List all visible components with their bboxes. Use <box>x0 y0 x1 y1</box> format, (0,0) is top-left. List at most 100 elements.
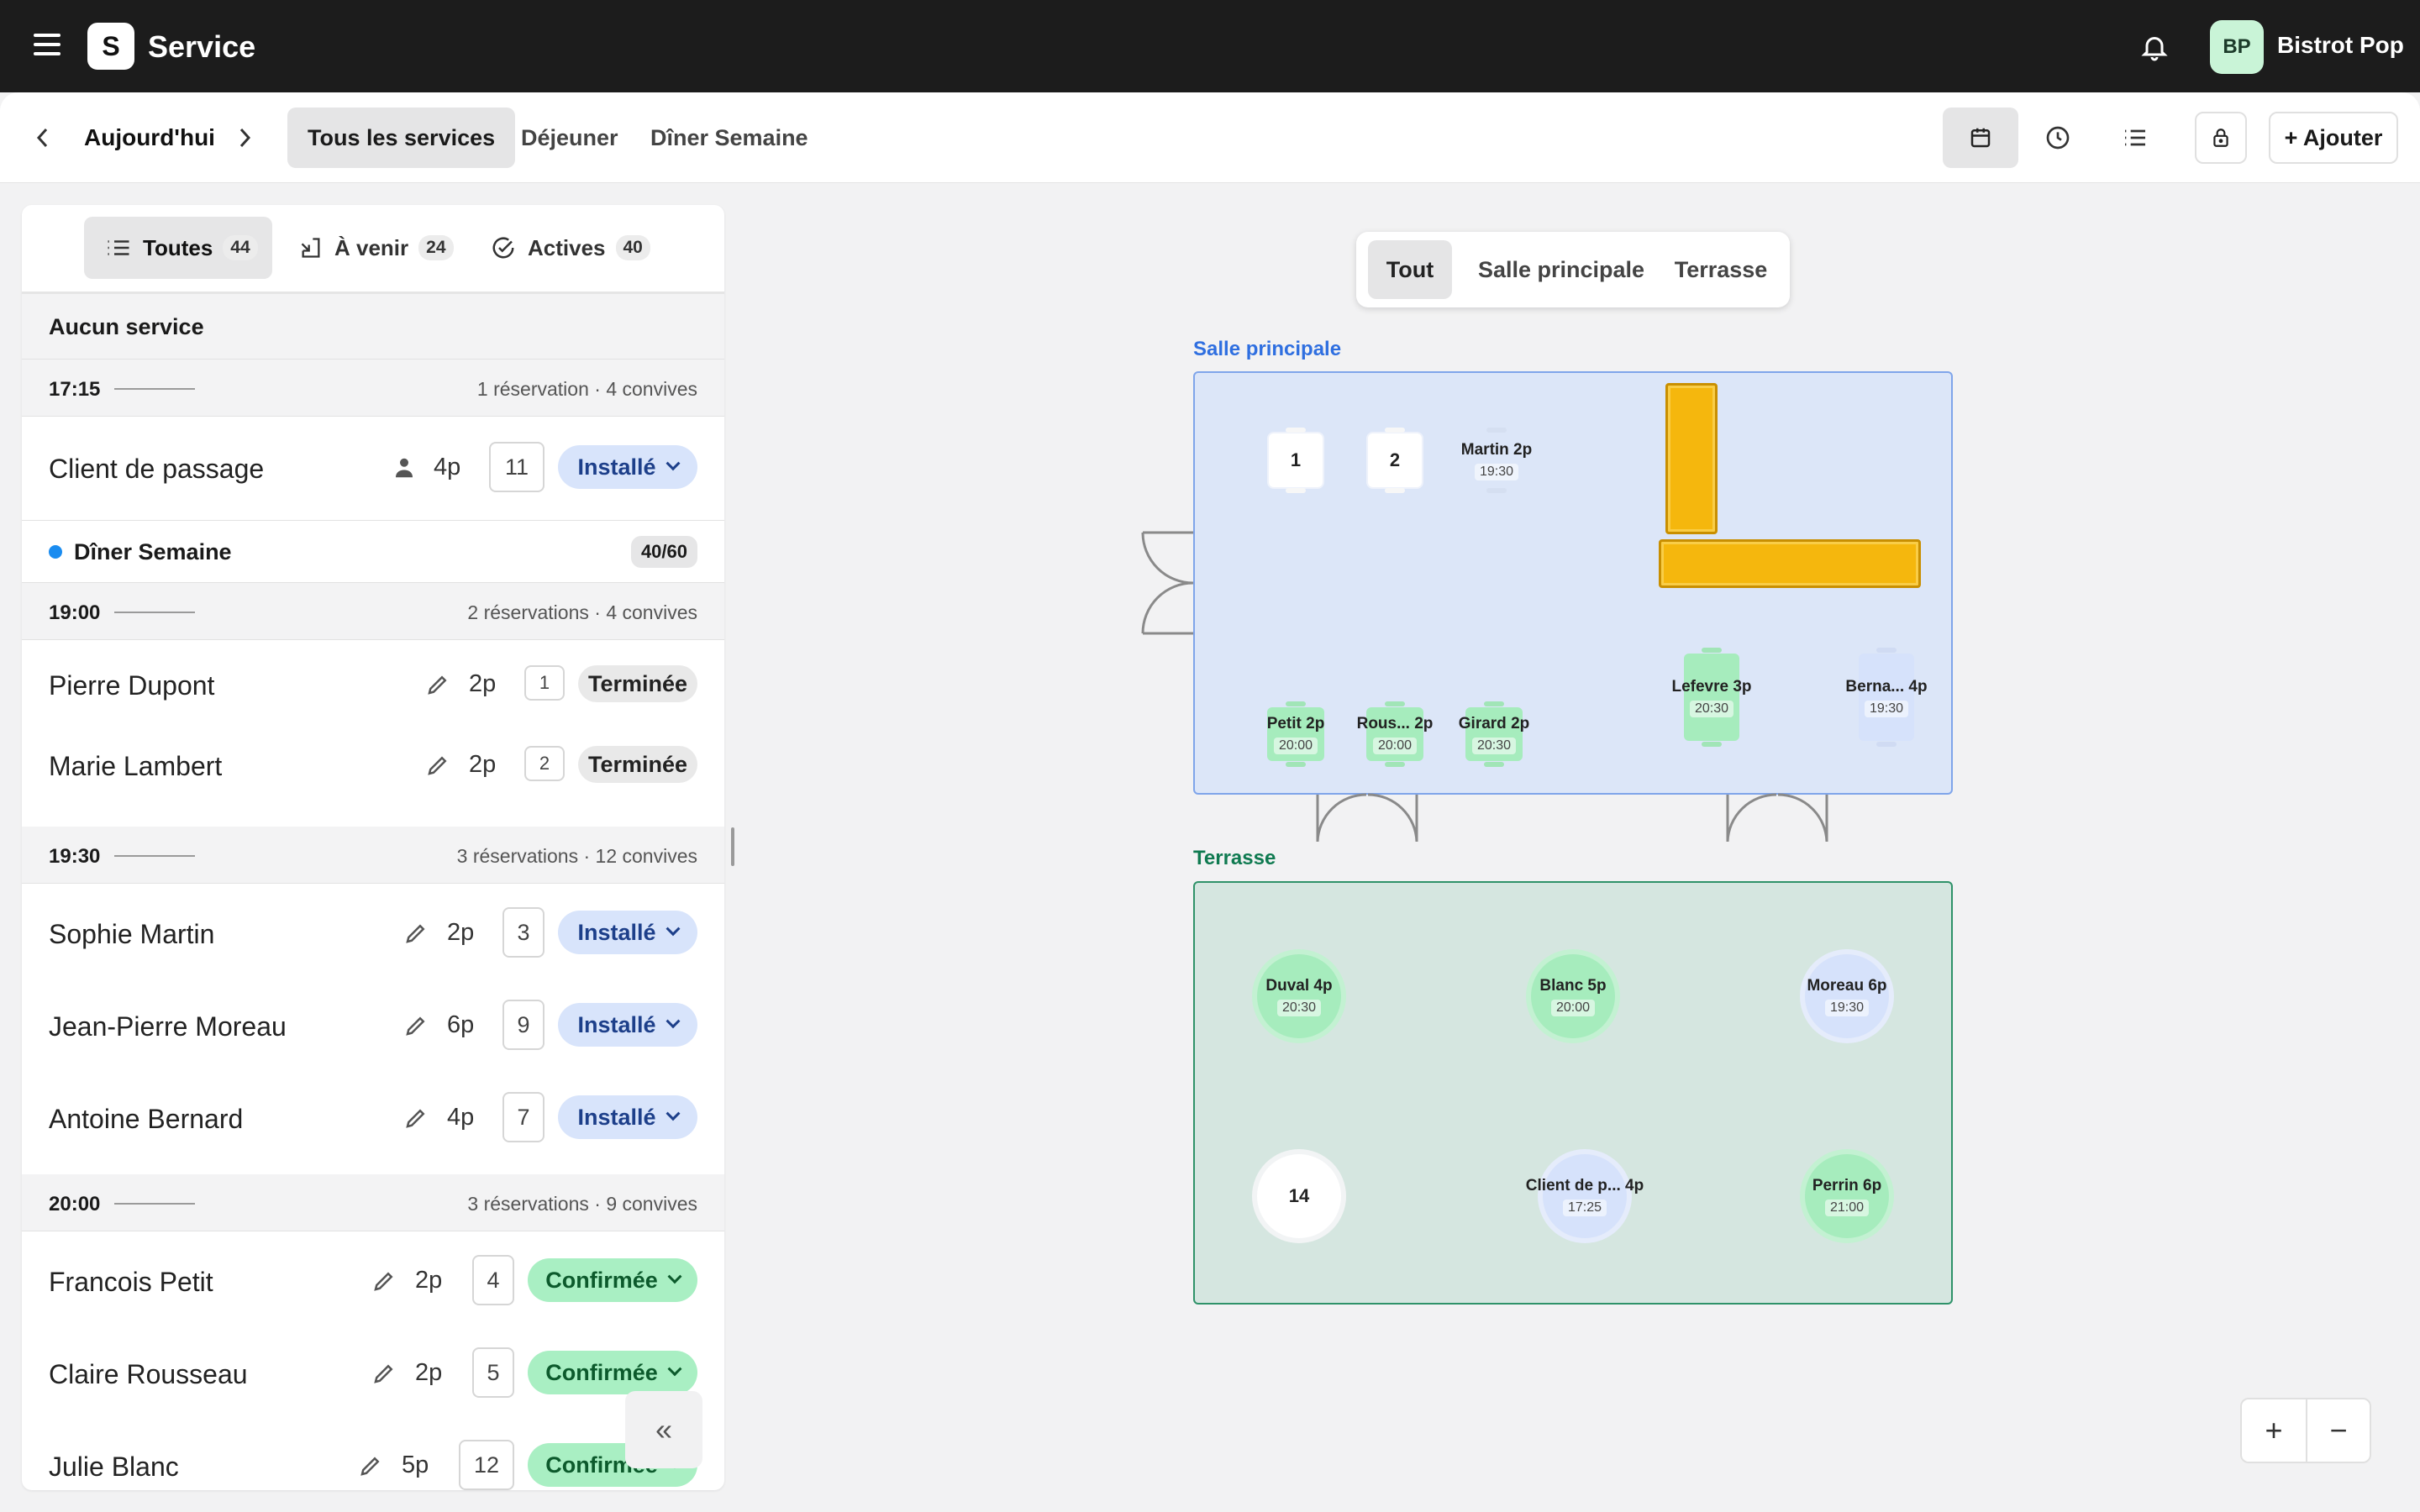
reservation-row[interactable]: Claire Rousseau 2p 5 Confirmée <box>22 1324 724 1416</box>
table-moreau[interactable]: Moreau 6p 19:30 <box>1805 954 1889 1038</box>
panel-resize-handle[interactable] <box>731 827 734 866</box>
reservation-row[interactable]: Client de passage 4p 11 Installé <box>22 417 724 521</box>
pencil-icon[interactable] <box>371 1361 397 1386</box>
restaurant-name[interactable]: Bistrot Pop <box>2277 32 2404 59</box>
timeline-view-button[interactable] <box>2020 108 2096 168</box>
reservation-row[interactable]: Julie Blanc 5p 12 Confirmée <box>22 1416 724 1490</box>
pencil-icon[interactable] <box>403 921 429 946</box>
pencil-icon[interactable] <box>425 753 450 778</box>
filter-upcoming[interactable]: À venir 24 <box>299 217 472 279</box>
table-number[interactable]: 1 <box>524 665 565 701</box>
tab-dejeuner[interactable]: Déjeuner <box>501 108 639 168</box>
collapse-panel-button[interactable]: « <box>625 1391 702 1468</box>
add-button[interactable]: + Ajouter <box>2269 112 2398 164</box>
table-blanc[interactable]: Blanc 5p 20:00 <box>1531 954 1615 1038</box>
status-dropdown[interactable]: Installé <box>558 1003 697 1047</box>
table-14[interactable]: 14 <box>1257 1154 1341 1238</box>
table-perrin[interactable]: Perrin 6p 21:00 <box>1805 1154 1889 1238</box>
zone-tab-terrace[interactable]: Terrasse <box>1662 240 1780 299</box>
pencil-icon[interactable] <box>425 672 450 697</box>
zone-tab-all[interactable]: Tout <box>1368 240 1452 299</box>
check-circle-icon <box>492 237 514 259</box>
previous-day-button[interactable] <box>30 123 55 153</box>
table-rousseau[interactable]: Rous... 2p 20:00 <box>1357 707 1433 761</box>
filter-all-count: 44 <box>223 235 258 260</box>
table-time: 19:30 <box>1824 999 1870 1016</box>
table-bernard[interactable]: Berna... 4p 19:30 <box>1845 654 1928 741</box>
table-lefevre[interactable]: Lefevre 3p 20:30 <box>1671 654 1752 741</box>
reservation-row[interactable]: Antoine Bernard 4p 7 Installé <box>22 1068 724 1161</box>
time-slot-divider <box>114 612 195 613</box>
table-number[interactable]: 12 <box>459 1440 514 1490</box>
reservation-name: Julie Blanc <box>49 1452 179 1482</box>
table-label: 14 <box>1288 1185 1310 1206</box>
pencil-icon[interactable] <box>371 1268 397 1294</box>
menu-icon[interactable] <box>34 34 60 59</box>
zone-tab-main-room[interactable]: Salle principale <box>1460 240 1662 299</box>
table-client-de-passage[interactable]: Client de p... 4p 17:25 <box>1526 1154 1644 1238</box>
tab-diner-semaine[interactable]: Dîner Semaine <box>630 108 829 168</box>
table-number[interactable]: 7 <box>502 1092 544 1142</box>
zoom-controls: + − <box>2240 1398 2371 1463</box>
lock-button[interactable] <box>2195 112 2247 164</box>
date-label[interactable]: Aujourd'hui <box>84 124 215 151</box>
calendar-view-button[interactable] <box>1943 108 2018 168</box>
time-slot-1900: 19:00 2 réservations · 4 convives <box>22 583 724 640</box>
reservation-row[interactable]: Francois Petit 2p 4 Confirmée <box>22 1231 724 1324</box>
reservation-row[interactable]: Pierre Dupont 2p 1 Terminée <box>22 640 724 724</box>
table-label: Girard 2p <box>1458 714 1530 732</box>
time-slot-summary: 3 réservations · 9 convives <box>467 1193 697 1215</box>
table-petit[interactable]: Petit 2p 20:00 <box>1267 707 1324 761</box>
bar-counter <box>1659 539 1921 588</box>
reservation-covers: 2p <box>447 919 475 946</box>
table-label: Rous... 2p <box>1356 714 1434 732</box>
bell-icon[interactable] <box>2139 32 2170 62</box>
table-duval[interactable]: Duval 4p 20:30 <box>1257 954 1341 1038</box>
table-number[interactable]: 9 <box>502 1000 544 1050</box>
next-day-button[interactable] <box>232 123 257 153</box>
table-number[interactable]: 5 <box>472 1347 514 1398</box>
pencil-icon[interactable] <box>403 1013 429 1038</box>
zoom-in-button[interactable]: + <box>2242 1399 2306 1462</box>
table-number[interactable]: 11 <box>489 442 544 492</box>
time-slot-divider <box>114 388 195 390</box>
status-dropdown[interactable]: Installé <box>558 1095 697 1139</box>
zone-label-terrace: Terrasse <box>1193 847 1276 869</box>
avatar[interactable]: BP <box>2210 20 2264 74</box>
table-2[interactable]: 2 <box>1368 433 1422 487</box>
table-martin[interactable]: Martin 2p 19:30 <box>1461 433 1532 487</box>
filter-all[interactable]: Toutes 44 <box>84 217 272 279</box>
status-badge[interactable]: Terminée <box>578 746 697 783</box>
status-dropdown[interactable]: Confirmée <box>528 1258 697 1302</box>
status-dropdown[interactable]: Installé <box>558 911 697 954</box>
zoom-out-button[interactable]: − <box>2305 1399 2370 1462</box>
table-number[interactable]: 4 <box>472 1255 514 1305</box>
table-time: 20:30 <box>1471 737 1517 754</box>
table-number[interactable]: 2 <box>524 746 565 781</box>
chevron-down-icon <box>666 456 681 471</box>
reservation-row[interactable]: Sophie Martin 2p 3 Installé <box>22 884 724 976</box>
table-time: 20:30 <box>1689 700 1734 717</box>
table-1[interactable]: 1 <box>1269 433 1323 487</box>
list-icon <box>2125 129 2145 146</box>
status-dropdown[interactable]: Confirmée <box>528 1351 697 1394</box>
reservation-row[interactable]: Jean-Pierre Moreau 6p 9 Installé <box>22 976 724 1068</box>
status-dropdown[interactable]: Installé <box>558 445 697 489</box>
tab-all-services[interactable]: Tous les services <box>287 108 516 168</box>
time-slot-2000: 20:00 3 réservations · 9 convives <box>22 1174 724 1231</box>
reservation-name: Pierre Dupont <box>49 670 215 701</box>
capacity-badge: 40/60 <box>630 536 697 568</box>
table-label: Duval 4p <box>1265 976 1333 995</box>
table-girard[interactable]: Girard 2p 20:30 <box>1459 707 1529 761</box>
reservation-row[interactable]: Marie Lambert 2p 2 Terminée <box>22 724 724 808</box>
table-label: Moreau 6p <box>1807 976 1887 995</box>
pencil-icon[interactable] <box>358 1453 383 1478</box>
status-badge[interactable]: Terminée <box>578 665 697 702</box>
filter-active[interactable]: Actives 40 <box>491 217 676 279</box>
reservation-name: Client de passage <box>49 454 265 484</box>
table-number[interactable]: 3 <box>502 907 544 958</box>
status-label: Installé <box>577 1104 656 1130</box>
pencil-icon[interactable] <box>403 1105 429 1131</box>
list-view-button[interactable] <box>2097 108 2173 168</box>
reservations-panel: Toutes 44 À venir 24 Actives 40 Aucun se… <box>22 205 724 1490</box>
